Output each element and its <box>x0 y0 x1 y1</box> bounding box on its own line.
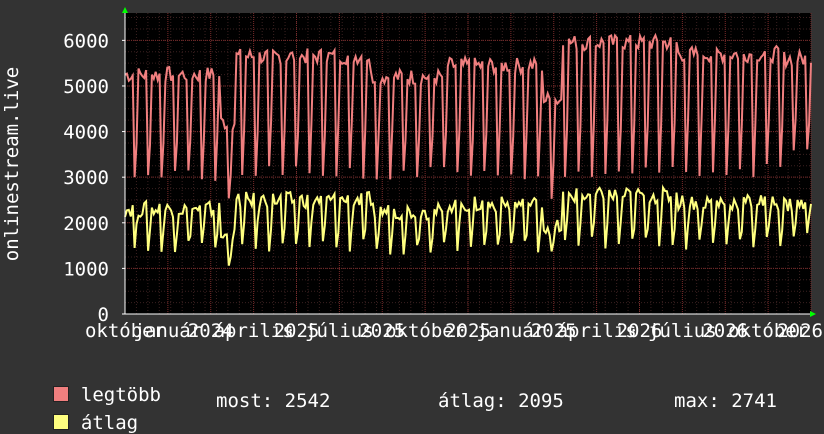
y-tick-label: 2000 <box>63 213 109 235</box>
y-axis-label: onlinestream.live <box>1 67 23 261</box>
y-tick-label: 6000 <box>63 30 109 52</box>
stat-max: max: 2741 <box>674 390 777 412</box>
legend-avg: átlag <box>30 390 138 434</box>
x-tick-labels: októberjanuár2024április2025július2025ok… <box>85 320 823 342</box>
stat-now: most: 2542 <box>216 390 331 412</box>
legend-avg-swatch <box>52 414 69 430</box>
y-tick-label: 1000 <box>63 258 109 280</box>
y-tick-label: 3000 <box>63 167 109 189</box>
y-axis-arrow <box>122 7 128 13</box>
y-tick-labels: 0100020003000400050006000 <box>63 30 109 326</box>
x-tick-label: 2026 <box>777 320 823 342</box>
y-tick-label: 4000 <box>63 122 109 144</box>
stat-average: átlag: 2095 <box>438 390 564 412</box>
legend-avg-label: átlag <box>80 412 139 434</box>
x-axis-arrow <box>810 311 816 317</box>
y-tick-label: 5000 <box>63 76 109 98</box>
